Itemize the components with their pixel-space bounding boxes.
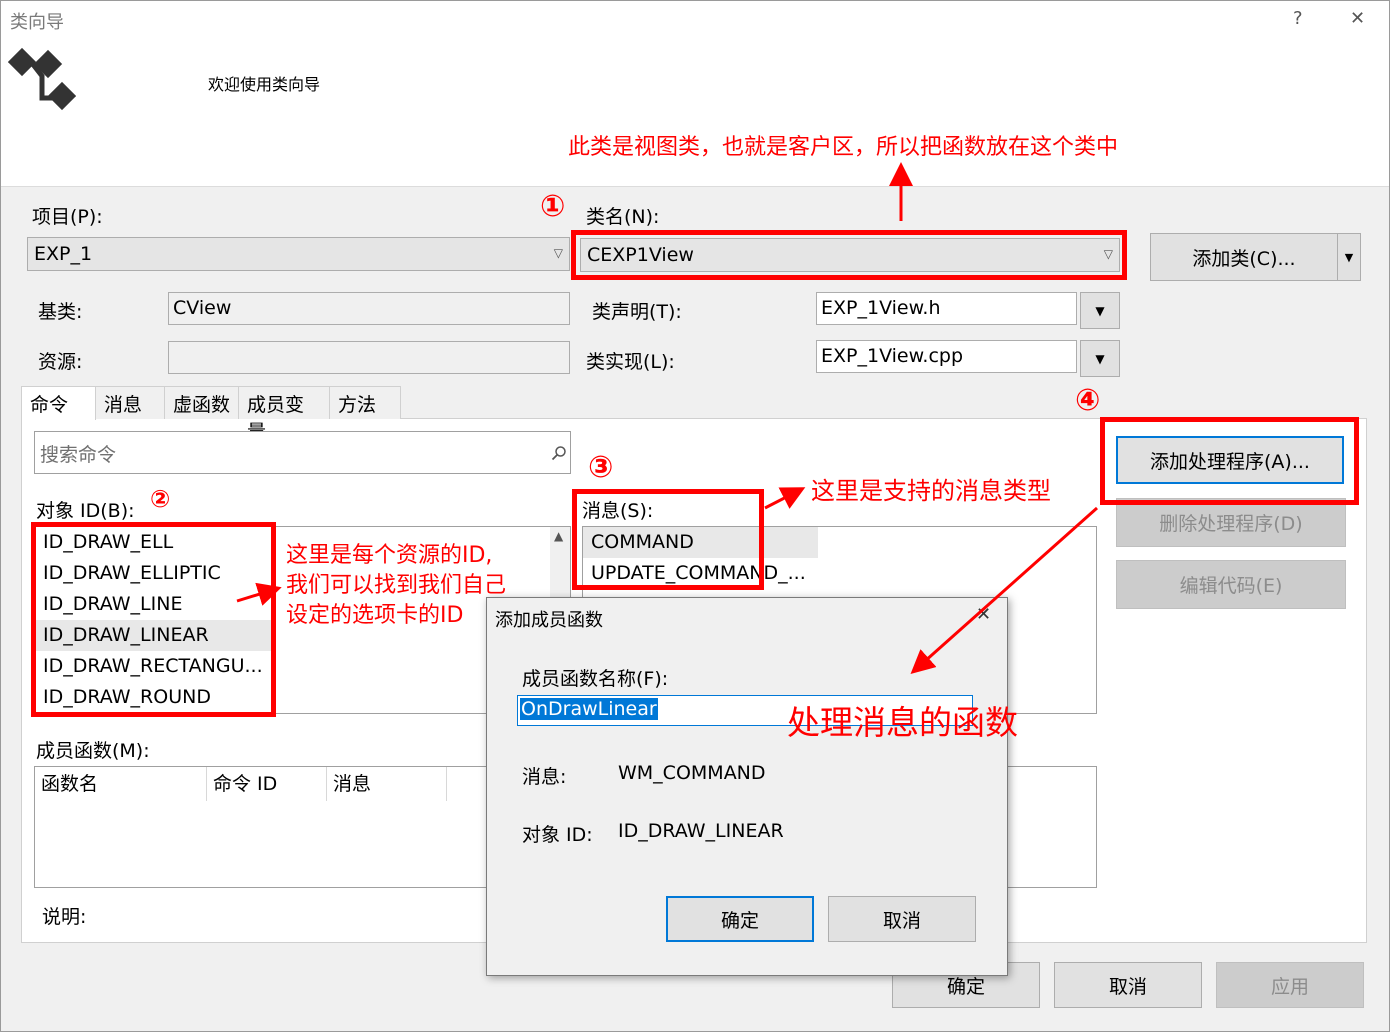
search-icon <box>551 446 566 461</box>
tab-messages[interactable]: 消息 <box>95 386 165 419</box>
cancel-button[interactable]: 取消 <box>1054 962 1202 1008</box>
column-header-function-name[interactable]: 函数名 <box>35 767 207 801</box>
scroll-up-icon: ▲ <box>554 529 564 543</box>
help-button[interactable]: ? <box>1293 8 1303 29</box>
search-input[interactable]: 搜索命令 <box>34 431 571 474</box>
delete-handler-button[interactable]: 删除处理程序(D) <box>1116 498 1346 547</box>
add-class-dropdown-button[interactable]: ▼ <box>1337 233 1361 281</box>
class-impl-field[interactable]: EXP_1View.cpp <box>816 340 1077 373</box>
project-combo[interactable]: EXP_1 ▽ <box>27 237 570 271</box>
class-decl-field[interactable]: EXP_1View.h <box>816 292 1077 325</box>
caret-down-icon: ▼ <box>1095 303 1105 318</box>
class-decl-dropdown-button[interactable]: ▼ <box>1080 292 1120 329</box>
apply-button[interactable]: 应用 <box>1216 962 1364 1008</box>
caret-down-icon: ▼ <box>1095 351 1105 366</box>
annotation-box-messages <box>572 489 764 590</box>
dialog-object-id-label: 对象 ID: <box>522 824 593 846</box>
description-label: 说明: <box>42 906 87 928</box>
tab-virtual-functions[interactable]: 虚函数 <box>164 386 239 419</box>
project-value: EXP_1 <box>34 243 93 265</box>
caret-down-icon: ▼ <box>1344 250 1354 264</box>
project-label: 项目(P): <box>32 206 103 228</box>
annotation-handler-function-note: 处理消息的函数 <box>787 703 1018 742</box>
annotation-step-3: ③ <box>588 450 614 485</box>
class-impl-label: 类实现(L): <box>586 351 675 373</box>
dialog-close-button[interactable]: ✕ <box>976 604 991 625</box>
class-decl-label: 类声明(T): <box>592 301 682 323</box>
class-wizard-logo-icon <box>8 47 76 111</box>
window-title: 类向导 <box>10 12 64 33</box>
annotation-step-1: ① <box>540 189 566 224</box>
annotation-id-note-line3: 设定的选项卡的ID <box>286 603 464 628</box>
dialog-cancel-button[interactable]: 取消 <box>828 896 976 942</box>
tab-commands[interactable]: 命令 <box>21 386 96 420</box>
dialog-message-value: WM_COMMAND <box>618 762 766 784</box>
classname-label: 类名(N): <box>586 206 660 228</box>
chevron-down-icon: ▽ <box>553 246 563 260</box>
annotation-box-classname <box>571 230 1127 280</box>
column-header-command-id[interactable]: 命令 ID <box>207 767 327 801</box>
dialog-message-label: 消息: <box>522 766 567 788</box>
base-class-field: CView <box>168 292 570 325</box>
class-impl-dropdown-button[interactable]: ▼ <box>1080 340 1120 377</box>
tab-methods[interactable]: 方法 <box>329 386 401 419</box>
edit-code-button[interactable]: 编辑代码(E) <box>1116 560 1346 609</box>
function-name-value: OnDrawLinear <box>520 698 658 720</box>
add-class-button[interactable]: 添加类(C)... <box>1150 233 1338 281</box>
resource-label: 资源: <box>38 351 83 373</box>
close-button[interactable]: ✕ <box>1350 8 1365 29</box>
annotation-box-add-handler <box>1100 417 1359 505</box>
function-name-label: 成员函数名称(F): <box>522 668 669 690</box>
dialog-ok-button[interactable]: 确定 <box>666 896 814 942</box>
resource-field <box>168 341 570 374</box>
annotation-id-note-line2: 我们可以找到我们自己 <box>286 573 507 598</box>
object-id-label: 对象 ID(B): <box>36 500 135 522</box>
annotation-view-class-note: 此类是视图类，也就是客户区，所以把函数放在这个类中 <box>568 135 1119 160</box>
annotation-message-type-note: 这里是支持的消息类型 <box>811 477 1051 505</box>
annotation-step-4: ④ <box>1075 383 1101 418</box>
dialog-object-id-value: ID_DRAW_LINEAR <box>618 820 784 842</box>
dialog-title: 添加成员函数 <box>495 610 603 631</box>
tab-member-variables[interactable]: 成员变量 <box>238 386 330 443</box>
member-functions-label: 成员函数(M): <box>36 740 150 762</box>
base-class-label: 基类: <box>38 301 83 323</box>
welcome-text: 欢迎使用类向导 <box>208 75 321 94</box>
search-placeholder: 搜索命令 <box>40 444 117 466</box>
annotation-step-2: ② <box>150 485 171 513</box>
annotation-id-note-line1: 这里是每个资源的ID, <box>286 543 493 568</box>
column-header-message[interactable]: 消息 <box>327 767 447 801</box>
annotation-box-object-ids <box>31 522 276 717</box>
